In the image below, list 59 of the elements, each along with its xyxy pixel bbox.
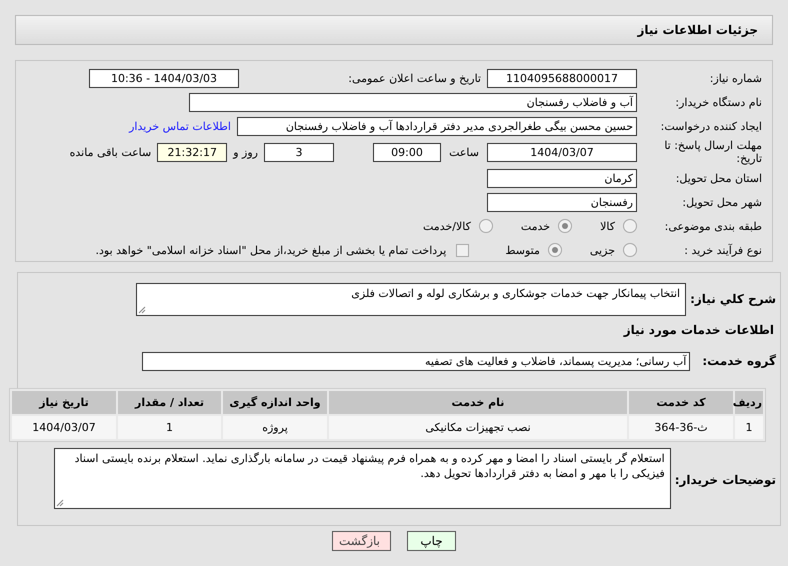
table-cell: 1404/03/07: [12, 416, 116, 439]
column-header: واحد اندازه گیری: [223, 391, 327, 414]
table-cell: ث-36-364: [629, 416, 733, 439]
table-cell: پروژه: [223, 416, 327, 439]
field-label: مهلت ارسال پاسخ: تا تاریخ:: [663, 139, 763, 165]
radio-label: کالا/خدمت: [423, 220, 471, 232]
column-header: تعداد / مقدار: [118, 391, 221, 414]
deadline-time-field: 09:00: [373, 142, 441, 162]
radio-label: خدمت: [520, 220, 550, 232]
action-button[interactable]: چاپ: [407, 531, 456, 551]
remaining-time-field: 21:32:17: [157, 142, 228, 162]
field-label: ساعت باقی مانده: [68, 146, 152, 158]
field-label: تاریخ و ساعت اعلان عمومی:: [347, 72, 482, 84]
field-label: شرح کلي نياز:: [689, 292, 777, 306]
city-field: رفسنجان: [487, 192, 637, 212]
field-label: روز و: [232, 146, 259, 158]
radio-button[interactable]: [558, 219, 572, 233]
days-field: 3: [264, 142, 334, 162]
table-cell: 1: [118, 416, 221, 439]
service-group-field: آب رسانی؛ مدیریت پسماند، فاضلاب و فعالیت های تصفیه: [142, 352, 690, 371]
checkbox[interactable]: [456, 244, 470, 256]
field-label: گروه خدمت:: [701, 354, 777, 368]
buyer-org-field: آب و فاضلاب رفسنجان: [189, 92, 637, 112]
field-label: نوع فرآیند خرید :: [683, 244, 763, 256]
table-cell: 1: [735, 416, 763, 439]
buyer-notes-text-area[interactable]: استعلام گر بایستی اسناد را امضا و مهر کرده و به همراه فرم پیشنهاد قیمت در سامانه بارگذاری نماید. استعلام برنده بایستی اسناد فیزیکی را با مهر و امضا به دفتر قراردادها تحویل دهد.: [54, 448, 671, 509]
checkbox-label: پرداخت تمام یا بخشی از مبلغ خرید،از محل "اسناد خزانه اسلامی" خواهد بود.: [96, 244, 446, 256]
radio-button[interactable]: [478, 219, 493, 233]
field-label: توضیحات خریدار:: [674, 473, 777, 487]
field-label: ساعت: [448, 146, 480, 158]
column-header: نام خدمت: [329, 391, 627, 414]
deadline-date-field: 1404/03/07: [487, 142, 637, 162]
field-label: استان محل تحویل:: [674, 172, 763, 184]
province-field: کرمان: [487, 168, 637, 188]
column-header: ردیف: [735, 391, 763, 414]
radio-button[interactable]: [623, 243, 637, 257]
need-number-field: 1104095688000017: [487, 68, 637, 88]
requester-field: حسین محسن بیگی طغرالجردی مدیر دفتر قراردادها آب و فاضلاب رفسنجان: [237, 116, 637, 136]
action-button[interactable]: بازگشت: [332, 531, 391, 551]
radio-label: کالا: [600, 220, 615, 232]
radio-label: جزیی: [590, 244, 615, 256]
table-cell: نصب تجهیزات مکانیکی: [329, 416, 627, 439]
radio-label: متوسط: [505, 244, 540, 256]
page-title: جزئیات اطلاعات نیاز: [637, 23, 758, 37]
field-label: نام دستگاه خریدار:: [674, 96, 763, 108]
radio-button[interactable]: [548, 243, 562, 257]
resize-grip-icon[interactable]: [56, 499, 64, 507]
resize-grip-icon[interactable]: [138, 306, 146, 314]
section-heading: اطلاعات خدمات مورد نیاز: [622, 323, 775, 339]
field-label: شماره نیاز:: [708, 72, 763, 84]
announce-date-field: 1404/03/03 - 10:36: [89, 68, 239, 88]
field-label: شهر محل تحویل:: [681, 196, 763, 208]
radio-button[interactable]: [623, 219, 637, 233]
column-header: کد خدمت: [629, 391, 733, 414]
summary-text-area[interactable]: انتخاب پیمانکار جهت خدمات جوشکاری و برشکاری لوله و اتصالات فلزی: [136, 283, 686, 316]
column-header: تاریخ نیاز: [12, 391, 116, 414]
buyer-contact-link[interactable]: اطلاعات تماس خریدار: [129, 120, 237, 132]
field-label: طبقه بندی موضوعی:: [664, 220, 763, 232]
field-label: ایجاد کننده درخواست:: [660, 120, 763, 132]
